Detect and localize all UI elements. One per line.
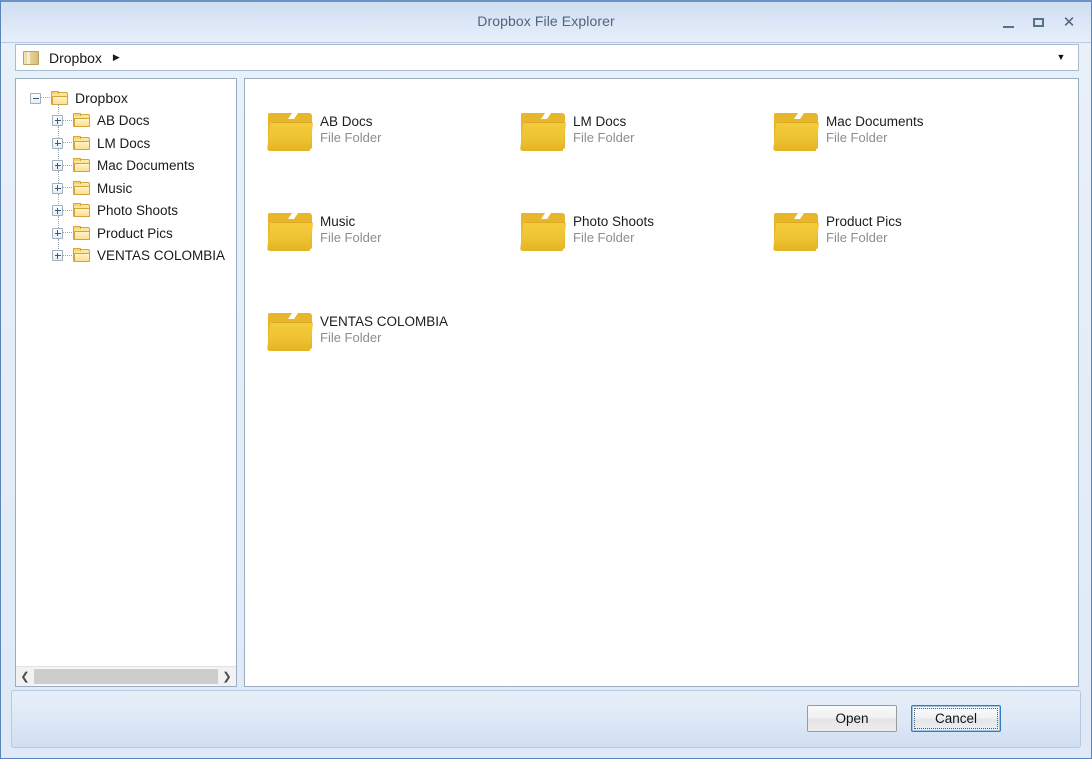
tree-item-product-pics[interactable]: Product Pics [16, 222, 236, 245]
chevron-right-icon[interactable]: ▶ [113, 52, 120, 63]
chevron-down-icon[interactable]: ▼ [1054, 53, 1068, 62]
scroll-left-icon[interactable]: ❮ [16, 667, 34, 686]
file-type: File Folder [573, 130, 634, 147]
expand-expander-icon[interactable] [52, 115, 63, 126]
dialog-footer: Open Cancel [11, 690, 1081, 748]
file-name: Mac Documents [826, 113, 924, 130]
cancel-button[interactable]: Cancel [911, 705, 1001, 732]
tree-item-label: Product Pics [97, 227, 173, 241]
tree-connector [63, 165, 72, 167]
tree-item-label: Mac Documents [97, 159, 195, 173]
file-item[interactable]: Music File Folder [267, 205, 520, 305]
folder-tree: Dropbox AB Docs LM Docs [16, 79, 236, 667]
tree-connector [63, 232, 72, 234]
folder-icon [73, 226, 91, 241]
file-type: File Folder [320, 130, 381, 147]
folder-icon [73, 248, 91, 263]
tree-item-label: Dropbox [75, 91, 128, 105]
folder-icon [520, 111, 568, 153]
tree-horizontal-scrollbar[interactable]: ❮ ❯ [16, 666, 236, 686]
breadcrumb-folder-icon [23, 50, 40, 65]
tree-connector [63, 120, 72, 122]
tree-item-label: LM Docs [97, 137, 150, 151]
tree-item-label: VENTAS COLOMBIA [97, 249, 225, 263]
tree-connector [63, 255, 72, 257]
folder-icon [773, 211, 821, 253]
file-list-panel: AB Docs File Folder LM Docs File Folder [244, 78, 1079, 687]
title-bar: Dropbox File Explorer ✕ [1, 2, 1091, 43]
folder-icon [73, 113, 91, 128]
file-explorer-window: Dropbox File Explorer ✕ Dropbox ▶ ▼ Drop… [0, 0, 1092, 759]
file-name: Photo Shoots [573, 213, 654, 230]
folder-icon [51, 91, 69, 106]
file-item[interactable]: AB Docs File Folder [267, 105, 520, 205]
folder-icon [267, 111, 315, 153]
scroll-right-icon[interactable]: ❯ [218, 667, 236, 686]
tree-item-label: Photo Shoots [97, 204, 178, 218]
file-item[interactable]: Photo Shoots File Folder [520, 205, 773, 305]
window-title: Dropbox File Explorer [1, 13, 1091, 29]
tree-item-ab-docs[interactable]: AB Docs [16, 110, 236, 133]
scrollbar-thumb[interactable] [34, 669, 218, 684]
folder-icon [73, 136, 91, 151]
tree-connector [41, 97, 50, 99]
tree-item-label: Music [97, 182, 132, 196]
file-type: File Folder [320, 330, 448, 347]
tree-connector [63, 187, 72, 189]
file-name: AB Docs [320, 113, 381, 130]
folder-icon [73, 203, 91, 218]
cancel-button-label: Cancel [935, 711, 977, 726]
file-name: VENTAS COLOMBIA [320, 313, 448, 330]
expand-expander-icon[interactable] [52, 183, 63, 194]
file-name: Product Pics [826, 213, 902, 230]
file-item[interactable]: VENTAS COLOMBIA File Folder [267, 305, 520, 405]
collapse-expander-icon[interactable] [30, 93, 41, 104]
file-type: File Folder [573, 230, 654, 247]
tree-item-photo-shoots[interactable]: Photo Shoots [16, 200, 236, 223]
file-type: File Folder [320, 230, 381, 247]
expand-expander-icon[interactable] [52, 205, 63, 216]
folder-icon [73, 158, 91, 173]
file-grid: AB Docs File Folder LM Docs File Folder [267, 105, 1057, 405]
folder-tree-panel: Dropbox AB Docs LM Docs [15, 78, 237, 687]
file-name: LM Docs [573, 113, 634, 130]
file-type: File Folder [826, 230, 902, 247]
scrollbar-track[interactable] [34, 667, 218, 686]
tree-item-lm-docs[interactable]: LM Docs [16, 132, 236, 155]
folder-icon [267, 211, 315, 253]
breadcrumb-item-dropbox[interactable]: Dropbox [49, 50, 102, 66]
tree-item-label: AB Docs [97, 114, 150, 128]
expand-expander-icon[interactable] [52, 250, 63, 261]
tree-connector [63, 210, 72, 212]
window-controls: ✕ [1001, 15, 1077, 31]
folder-icon [520, 211, 568, 253]
folder-icon [267, 311, 315, 353]
file-item[interactable]: Mac Documents File Folder [773, 105, 1026, 205]
folder-icon [73, 181, 91, 196]
file-name: Music [320, 213, 381, 230]
file-type: File Folder [826, 130, 924, 147]
open-button[interactable]: Open [807, 705, 897, 732]
folder-icon [773, 111, 821, 153]
tree-item-mac-documents[interactable]: Mac Documents [16, 155, 236, 178]
expand-expander-icon[interactable] [52, 228, 63, 239]
minimize-icon[interactable] [1001, 15, 1017, 31]
tree-item-dropbox[interactable]: Dropbox [16, 87, 236, 110]
expand-expander-icon[interactable] [52, 138, 63, 149]
file-item[interactable]: LM Docs File Folder [520, 105, 773, 205]
tree-connector [63, 142, 72, 144]
expand-expander-icon[interactable] [52, 160, 63, 171]
file-item[interactable]: Product Pics File Folder [773, 205, 1026, 305]
close-icon[interactable]: ✕ [1061, 15, 1077, 31]
maximize-icon[interactable] [1031, 15, 1047, 31]
tree-item-music[interactable]: Music [16, 177, 236, 200]
tree-item-ventas-colombia[interactable]: VENTAS COLOMBIA [16, 245, 236, 268]
address-bar[interactable]: Dropbox ▶ ▼ [15, 44, 1079, 71]
